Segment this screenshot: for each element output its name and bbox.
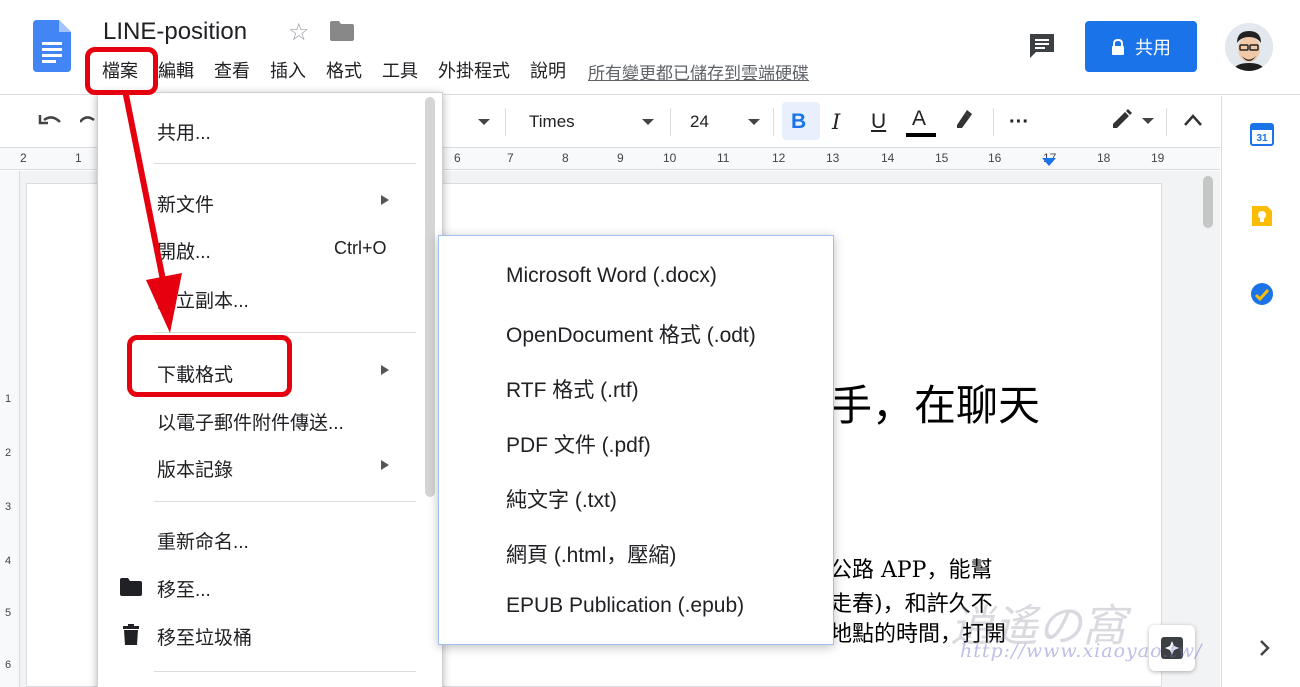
submenu-arrow-icon [381,460,389,470]
font-size-caret[interactable] [748,96,760,148]
open-shortcut: Ctrl+O [334,238,387,258]
file-menu-scrollbar[interactable] [425,97,435,497]
menu-bar: 檔案 編輯 查看 插入 格式 工具 外掛程式 說明 所有變更都已儲存到雲端硬碟 [92,57,809,85]
text-color-swatch [906,133,936,137]
comment-icon[interactable] [1028,32,1056,60]
vertical-ruler[interactable]: 1 2 3 4 5 6 [0,171,20,687]
more-options-button[interactable]: ··· [1009,96,1029,148]
star-icon[interactable]: ☆ [288,18,310,47]
document-body-line[interactable]: 公路 APP，能幫 [830,552,993,584]
editing-mode-pencil-icon[interactable] [1110,108,1138,132]
menu-format[interactable]: 格式 [316,57,372,85]
font-dropdown[interactable]: Times [529,96,575,148]
undo-button[interactable] [38,96,64,148]
text-color-button[interactable]: A [912,93,926,145]
calendar-icon[interactable]: 31 [1250,122,1274,146]
redo-button[interactable] [80,96,96,148]
user-avatar-icon [1225,23,1273,71]
menu-addons[interactable]: 外掛程式 [428,57,520,85]
bold-button[interactable]: B [791,96,806,148]
menu-tools[interactable]: 工具 [372,57,428,85]
italic-button[interactable]: I [832,96,840,148]
menu-item-move-to-trash[interactable]: 移至垃圾桶 [157,623,252,650]
right-indent-marker[interactable] [1042,158,1056,166]
collapse-menu-icon[interactable] [1183,112,1203,128]
document-title[interactable]: LINE-position [103,18,247,46]
watermark-url: http://www.xiaoyao.tw/ [960,640,1203,662]
red-arrow-icon [123,92,182,333]
redo-icon [80,116,95,123]
share-button-label: 共用 [1135,37,1171,58]
download-rtf[interactable]: RTF 格式 (.rtf) [506,374,639,404]
share-button[interactable]: 共用 [1085,21,1197,72]
font-dropdown-caret[interactable] [642,96,654,148]
menu-insert[interactable]: 插入 [260,57,316,85]
trash-icon [123,624,139,645]
avatar[interactable] [1225,23,1273,71]
underline-button[interactable]: U [871,96,886,148]
style-dropdown-caret[interactable] [478,96,490,148]
highlight-pen-icon[interactable] [953,108,975,130]
menu-help[interactable]: 說明 [520,57,576,85]
side-panel: 31 [1221,96,1300,687]
docs-logo-icon[interactable] [33,20,71,72]
document-heading-text[interactable]: 手，在聊天 [830,372,1040,433]
svg-text:31: 31 [1256,133,1268,144]
submenu-arrow-icon [381,365,389,375]
download-odt[interactable]: OpenDocument 格式 (.odt) [506,319,756,349]
saved-status[interactable]: 所有變更都已儲存到雲端硬碟 [588,59,809,84]
expand-side-panel-icon[interactable] [1252,636,1276,660]
folder-icon[interactable] [330,21,354,41]
menu-item-version-history[interactable]: 版本記錄 [157,455,233,482]
download-docx[interactable]: Microsoft Word (.docx) [506,264,717,288]
menu-view[interactable]: 查看 [204,57,260,85]
download-html[interactable]: 網頁 (.html，壓縮) [506,539,676,569]
download-pdf[interactable]: PDF 文件 (.pdf) [506,429,651,459]
download-submenu: Microsoft Word (.docx) OpenDocument 格式 (… [438,235,834,645]
font-size-value: 24 [690,112,709,131]
download-epub[interactable]: EPUB Publication (.epub) [506,594,744,618]
editing-mode-caret[interactable] [1142,118,1154,124]
document-scrollbar[interactable] [1203,176,1213,228]
undo-icon [38,115,61,125]
menu-item-move-to[interactable]: 移至... [157,575,211,602]
keep-icon[interactable] [1250,204,1274,228]
menu-item-rename[interactable]: 重新命名... [157,527,249,554]
menu-item-email-attachment[interactable]: 以電子郵件附件傳送... [157,408,344,435]
app-header: LINE-position ☆ 檔案 編輯 查看 插入 格式 工具 外掛程式 說… [0,0,1300,95]
font-name: Times [529,112,575,131]
lock-icon [1112,38,1124,55]
download-txt[interactable]: 純文字 (.txt) [506,484,617,514]
tasks-icon[interactable] [1250,282,1274,306]
font-size-dropdown[interactable]: 24 [690,96,709,148]
submenu-arrow-icon [381,195,389,205]
folder-move-icon [120,578,142,596]
